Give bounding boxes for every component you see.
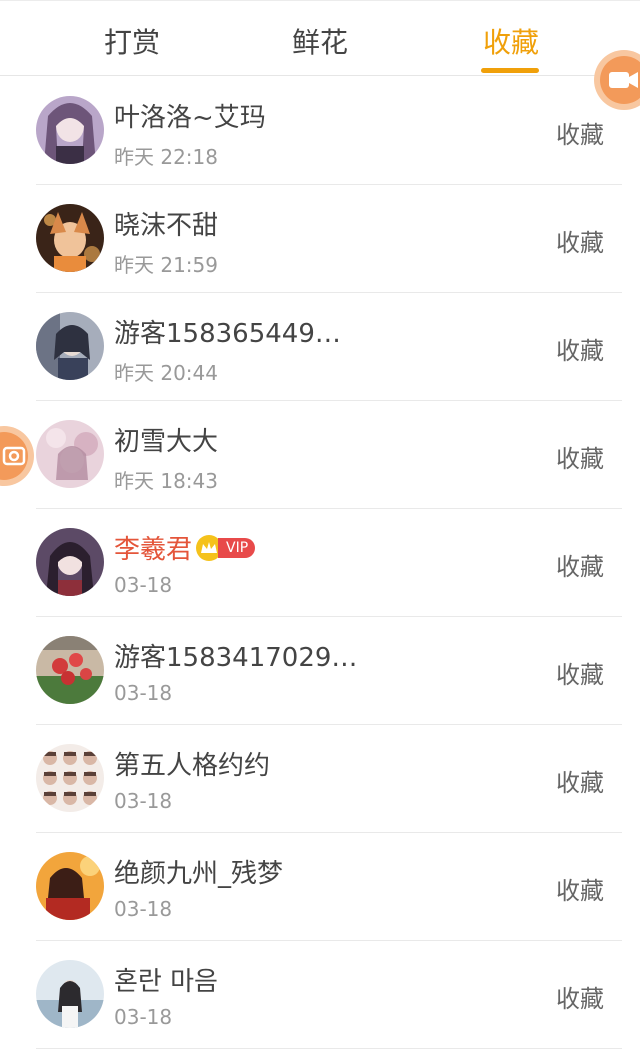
tab-flowers[interactable]: 鲜花 [278, 21, 362, 73]
timestamp: 03-18 [114, 789, 173, 813]
user-name: 혼란 마음 [114, 967, 218, 997]
user-name: 晓沫不甜 [114, 211, 219, 241]
avatar[interactable] [36, 420, 104, 488]
list-item[interactable]: 初雪大大 昨天 18:43 收藏 [0, 401, 640, 509]
user-name: 绝颜九州_残梦 [114, 859, 284, 889]
tab-reward[interactable]: 打赏 [90, 21, 174, 73]
avatar[interactable] [36, 312, 104, 380]
favorite-action: 收藏 [556, 985, 604, 1013]
timestamp: 03-18 [114, 681, 173, 705]
list-item[interactable]: 叶洛洛~艾玛 昨天 22:18 收藏 [0, 77, 640, 185]
tab-favorites[interactable]: 收藏 [480, 21, 542, 73]
user-name: 叶洛洛~艾玛 [114, 103, 266, 133]
list-item[interactable]: 李羲君 VIP 03-18 收藏 [0, 509, 640, 617]
active-tab-indicator [481, 68, 539, 73]
timestamp: 昨天 21:59 [114, 253, 218, 277]
tab-bar: 打赏 鲜花 收藏 [0, 0, 640, 76]
favorite-action: 收藏 [556, 553, 604, 581]
favorite-action: 收藏 [556, 445, 604, 473]
avatar[interactable] [36, 204, 104, 272]
list-item[interactable]: 绝颜九州_残梦 03-18 收藏 [0, 833, 640, 941]
list-item[interactable]: 第五人格约约 03-18 收藏 [0, 725, 640, 833]
timestamp: 昨天 18:43 [114, 469, 218, 493]
timestamp: 03-18 [114, 897, 173, 921]
user-name: 游客1583417029… [114, 643, 358, 673]
avatar[interactable] [36, 96, 104, 164]
divider [36, 1048, 622, 1049]
avatar[interactable] [36, 528, 104, 596]
avatar[interactable] [36, 960, 104, 1028]
list-item[interactable]: 혼란 마음 03-18 收藏 [0, 941, 640, 1049]
user-name-vip: 李羲君 VIP [114, 529, 256, 566]
vip-badge: VIP [218, 537, 256, 558]
camera-icon [0, 432, 28, 480]
user-name: 初雪大大 [114, 427, 219, 457]
timestamp: 03-18 [114, 1005, 173, 1029]
favorite-action: 收藏 [556, 661, 604, 689]
user-name: 游客158365449… [114, 319, 341, 349]
avatar[interactable] [36, 852, 104, 920]
video-camera-button[interactable] [594, 50, 640, 110]
favorite-action: 收藏 [556, 121, 604, 149]
video-camera-icon [600, 56, 640, 104]
list-item[interactable]: 游客1583417029… 03-18 收藏 [0, 617, 640, 725]
avatar[interactable] [36, 636, 104, 704]
favorite-action: 收藏 [556, 877, 604, 905]
favorite-action: 收藏 [556, 229, 604, 257]
timestamp: 03-18 [114, 573, 173, 597]
avatar[interactable] [36, 744, 104, 812]
user-name: 第五人格约约 [114, 751, 271, 781]
timestamp: 昨天 20:44 [114, 361, 218, 385]
list-item[interactable]: 晓沫不甜 昨天 21:59 收藏 [0, 185, 640, 293]
user-name: 李羲君 [114, 535, 193, 565]
timestamp: 昨天 22:18 [114, 145, 218, 169]
favorite-action: 收藏 [556, 337, 604, 365]
list-item[interactable]: 游客158365449… 昨天 20:44 收藏 [0, 293, 640, 401]
favorite-action: 收藏 [556, 769, 604, 797]
